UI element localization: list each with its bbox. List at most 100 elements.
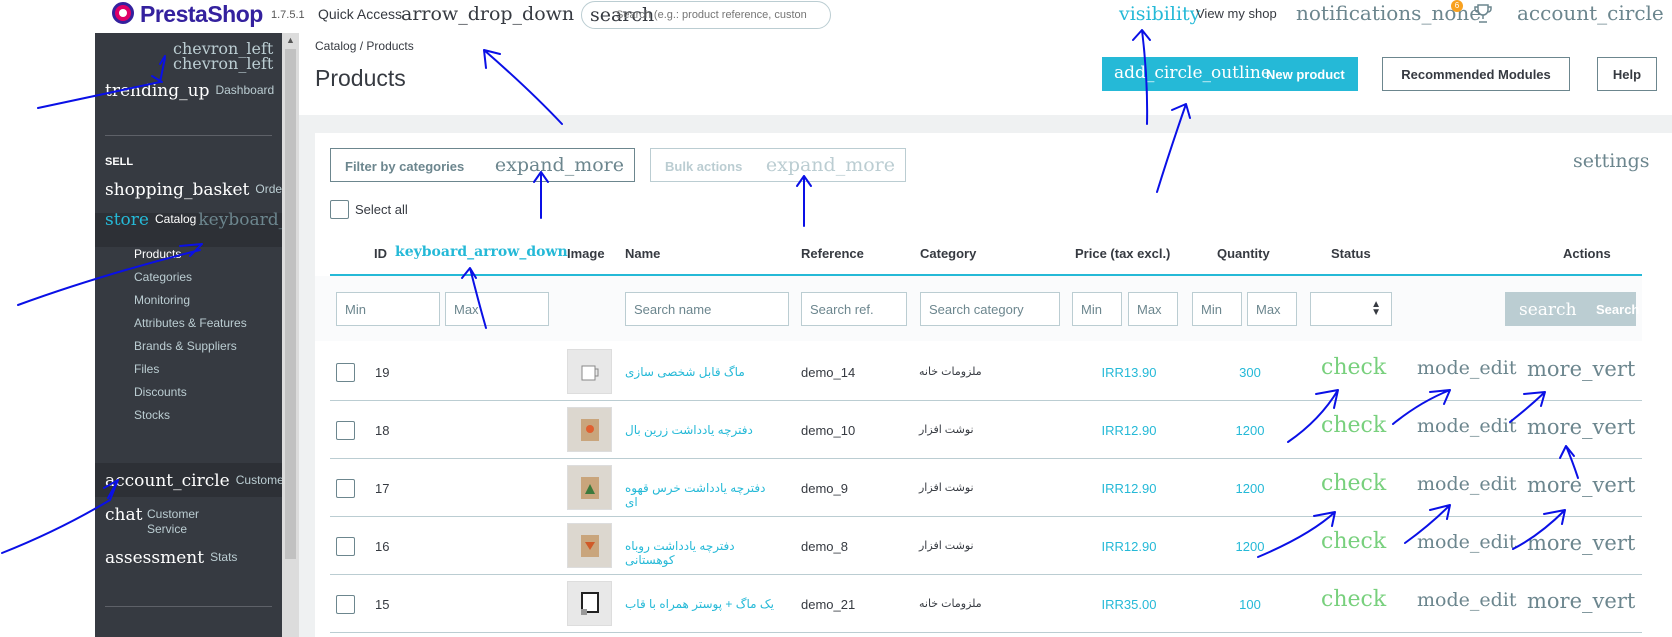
edit-icon[interactable]: mode_edit <box>1417 415 1516 437</box>
product-quantity[interactable]: 300 <box>1200 365 1300 380</box>
sidebar-subitem-categories[interactable]: Categories <box>134 270 192 284</box>
check-icon[interactable]: check <box>1321 471 1386 496</box>
column-header-reference[interactable]: Reference <box>801 246 864 261</box>
column-header-price[interactable]: Price (tax excl.) <box>1075 246 1170 261</box>
product-name-link[interactable]: ماگ قابل شخصی سازی <box>625 365 775 379</box>
sidebar-subitem-files[interactable]: Files <box>134 362 159 376</box>
product-thumbnail[interactable] <box>567 349 612 394</box>
scroll-up-icon[interactable]: ▲ <box>286 35 295 45</box>
bulk-actions-button[interactable]: Bulk actions expand_more <box>650 148 906 182</box>
select-all[interactable]: Select all <box>330 200 408 219</box>
check-icon[interactable]: check <box>1321 355 1386 380</box>
check-icon[interactable]: check <box>1321 413 1386 438</box>
sidebar-item-catalog[interactable]: store Catalogkeyboard_a <box>105 210 282 230</box>
product-name-link[interactable]: دفترچه یادداشت خرس قهوه ای <box>625 481 775 509</box>
select-all-checkbox[interactable] <box>330 200 349 219</box>
edit-icon[interactable]: mode_edit <box>1417 357 1516 379</box>
name-filter[interactable] <box>625 292 789 326</box>
product-quantity[interactable]: 1200 <box>1200 481 1300 496</box>
edit-icon[interactable]: mode_edit <box>1417 531 1516 553</box>
table-row[interactable]: 18 دفترچه یادداشت زرین بال demo_10 نوشت … <box>330 401 1642 459</box>
search-input[interactable] <box>616 5 826 25</box>
status-filter-select[interactable]: ▲ ▼ <box>1310 292 1392 326</box>
keyboard-arrow-down-icon[interactable]: keyboard_arrow_down <box>395 244 568 260</box>
table-row[interactable]: 15 یک ماگ + پوستر همراه با قاب demo_21 م… <box>330 575 1642 633</box>
header-search[interactable]: search <box>581 1 831 29</box>
product-quantity[interactable]: 100 <box>1200 597 1300 612</box>
arrow-drop-down-icon[interactable]: arrow_drop_down <box>401 3 574 25</box>
sidebar-subitem-monitoring[interactable]: Monitoring <box>134 293 190 307</box>
column-header-name[interactable]: Name <box>625 246 660 261</box>
more-vert-icon[interactable]: more_vert <box>1527 531 1635 555</box>
more-vert-icon[interactable]: more_vert <box>1527 357 1635 381</box>
sidebar-subitem-stocks[interactable]: Stocks <box>134 408 170 422</box>
sidebar-item-label[interactable]: Customer Service <box>147 507 199 537</box>
quick-access-button[interactable]: Quick Access <box>318 6 402 22</box>
row-checkbox[interactable] <box>336 363 355 382</box>
search-button[interactable]: search Search <box>1505 292 1639 326</box>
product-price[interactable]: IRR13.90 <box>1079 365 1179 380</box>
logo-text[interactable]: PrestaShop <box>140 1 263 28</box>
reference-filter[interactable] <box>801 292 907 326</box>
product-price[interactable]: IRR12.90 <box>1079 423 1179 438</box>
id-min-filter[interactable] <box>336 292 440 326</box>
row-checkbox[interactable] <box>336 421 355 440</box>
new-product-button[interactable]: add_circle_outline New product <box>1102 57 1358 91</box>
id-max-filter[interactable] <box>445 292 549 326</box>
sidebar-subitem-brands[interactable]: Brands & Suppliers <box>134 339 237 353</box>
quantity-max-filter[interactable] <box>1247 292 1297 326</box>
more-vert-icon[interactable]: more_vert <box>1527 415 1635 439</box>
help-button[interactable]: Help <box>1597 57 1657 91</box>
sidebar-scrollbar[interactable]: ▲ <box>282 33 299 637</box>
row-checkbox[interactable] <box>336 537 355 556</box>
row-checkbox[interactable] <box>336 595 355 614</box>
row-checkbox[interactable] <box>336 479 355 498</box>
product-quantity[interactable]: 1200 <box>1200 539 1300 554</box>
more-vert-icon[interactable]: more_vert <box>1527 473 1635 497</box>
product-price[interactable]: IRR12.90 <box>1079 481 1179 496</box>
table-row[interactable]: 16 دفترچه یادداشت روباه کوهستانی demo_8 … <box>330 517 1642 575</box>
keyboard-arrow-icon[interactable]: keyboard_a <box>198 210 282 230</box>
chevron-left-icon[interactable]: chevron_left <box>173 56 273 72</box>
scrollbar-thumb[interactable] <box>285 49 296 559</box>
product-price[interactable]: IRR35.00 <box>1079 597 1179 612</box>
column-header-id[interactable]: ID <box>374 246 387 261</box>
filter-by-categories-button[interactable]: Filter by categories expand_more <box>330 148 635 182</box>
check-icon[interactable]: check <box>1321 529 1386 554</box>
category-filter[interactable] <box>920 292 1060 326</box>
product-quantity[interactable]: 1200 <box>1200 423 1300 438</box>
column-header-category[interactable]: Category <box>920 246 976 261</box>
product-thumbnail[interactable] <box>567 523 612 568</box>
product-name-link[interactable]: یک ماگ + پوستر همراه با قاب <box>625 597 775 611</box>
product-name-link[interactable]: دفترچه یادداشت روباه کوهستانی <box>625 539 775 567</box>
check-icon[interactable]: check <box>1321 587 1386 612</box>
table-row[interactable]: 17 دفترچه یادداشت خرس قهوه ای demo_9 نوش… <box>330 459 1642 517</box>
sidebar-subitem-attributes[interactable]: Attributes & Features <box>134 316 247 330</box>
product-name-link[interactable]: دفترچه یادداشت زرین بال <box>625 423 775 437</box>
account-circle-icon[interactable]: account_circle <box>1517 1 1664 25</box>
sidebar-item-dashboard[interactable]: trending_up Dashboard <box>105 81 274 101</box>
column-header-quantity[interactable]: Quantity <box>1217 246 1270 261</box>
sidebar-subitem-discounts[interactable]: Discounts <box>134 385 187 399</box>
sidebar-item-orders[interactable]: shopping_basket Orders <box>105 180 282 200</box>
sidebar-item-customers[interactable]: account_circle Customers <box>105 471 282 491</box>
product-thumbnail[interactable] <box>567 465 612 510</box>
trophy-icon[interactable] <box>1474 4 1492 24</box>
breadcrumb-catalog[interactable]: Catalog <box>315 39 356 53</box>
price-max-filter[interactable] <box>1128 292 1178 326</box>
sidebar-item-customer-service[interactable]: chat <box>105 505 142 525</box>
table-row[interactable]: 19 ماگ قابل شخصی سازی demo_14 ملزومات خا… <box>330 343 1642 401</box>
product-price[interactable]: IRR12.90 <box>1079 539 1179 554</box>
settings-icon[interactable]: settings <box>1573 150 1650 172</box>
sidebar-subitem-products[interactable]: Products <box>134 247 181 261</box>
prestashop-logo-icon[interactable] <box>112 2 134 24</box>
view-shop-link[interactable]: View my shop <box>1196 6 1277 21</box>
price-min-filter[interactable] <box>1072 292 1122 326</box>
sidebar-collapse-button[interactable]: chevron_left chevron_left <box>173 41 273 72</box>
product-thumbnail[interactable] <box>567 581 612 626</box>
quantity-min-filter[interactable] <box>1192 292 1242 326</box>
edit-icon[interactable]: mode_edit <box>1417 473 1516 495</box>
visibility-icon[interactable]: visibility <box>1119 3 1200 25</box>
sidebar-item-stats[interactable]: assessment Stats <box>105 548 237 568</box>
column-header-status[interactable]: Status <box>1331 246 1371 261</box>
